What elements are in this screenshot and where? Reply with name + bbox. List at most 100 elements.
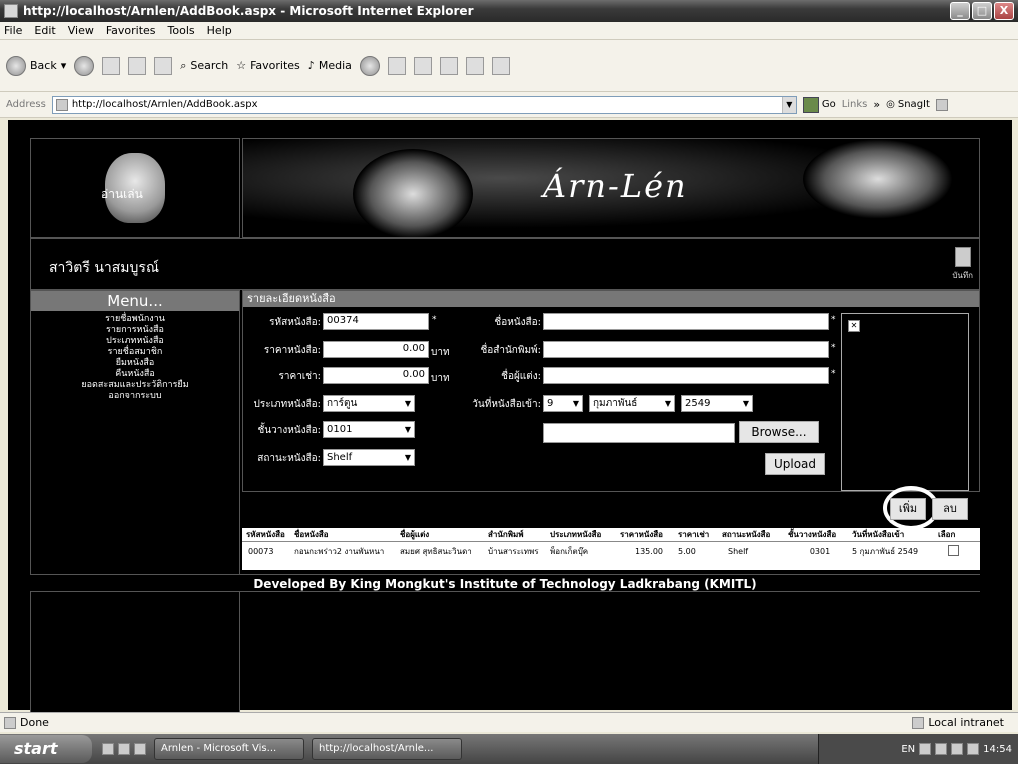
menu-favorites[interactable]: Favorites [106,24,156,37]
search-button[interactable]: ⌕ Search [180,59,228,73]
taskbar: start Arnlen - Microsoft Vis... http://l… [0,734,1018,764]
menu-edit[interactable]: Edit [34,24,55,37]
links-chevron-icon[interactable]: » [873,98,880,111]
menu-item-logout[interactable]: ออกจากระบบ [31,391,239,402]
banner-title: Árn-Lén [543,167,688,205]
status-select[interactable]: Shelf ▼ [323,449,415,466]
menu-item-employees[interactable]: รายชื่อพนักงาน [31,314,239,325]
publisher-label: ชื่อสำนักพิมพ์: [480,345,541,356]
snagit-button[interactable]: ◎ SnagIt [886,99,930,110]
menu-tools[interactable]: Tools [168,24,195,37]
address-label: Address [6,99,46,110]
upload-button[interactable]: Upload [765,453,825,475]
rent-input[interactable]: 0.00 [323,367,429,384]
menu-view[interactable]: View [68,24,94,37]
side-menu: Menu... รายชื่อพนักงาน รายการหนังสือ ประ… [30,290,240,720]
add-button[interactable]: เพิ่ม [890,498,926,520]
chevron-down-icon: ▼ [664,399,671,408]
page-icon [55,98,68,111]
menu-item-members[interactable]: รายชื่อสมาชิก [31,347,239,358]
author-input[interactable] [543,367,829,384]
col-header: ราคาหนังสือ [620,530,663,539]
edit-icon[interactable] [439,56,458,75]
address-bar: Address http://localhost/Arnlen/AddBook.… [0,92,1018,118]
forward-button[interactable] [74,55,95,76]
media-icon: ♪ [307,59,315,72]
menu-item-return[interactable]: คืนหนังสือ [31,369,239,380]
media-button[interactable]: ♪ Media [308,59,352,72]
window-title: http://localhost/Arnlen/AddBook.aspx - M… [23,4,474,18]
mail-icon[interactable] [387,56,406,75]
snagit-label: SnagIt [897,99,930,110]
publisher-input[interactable] [543,341,829,358]
day-value: 9 [547,398,554,409]
address-dropdown[interactable]: ▼ [781,96,796,113]
home-icon[interactable] [154,56,173,75]
browse-button[interactable]: Browse... [739,421,819,443]
tray-icon[interactable] [935,743,948,755]
book-id-input[interactable]: 00374 [323,313,429,330]
col-header: ราคาเช่า [678,530,710,539]
tray-icon[interactable] [919,743,932,755]
tray-icon[interactable] [967,743,980,755]
site-banner: Árn-Lén [242,138,980,238]
site-logo: อ่านเล่น [30,138,240,238]
address-input[interactable]: http://localhost/Arnlen/AddBook.aspx ▼ [51,95,797,114]
clock[interactable]: 14:54 [983,744,1012,755]
delete-button[interactable]: ลบ [932,498,968,520]
favorites-button[interactable]: ☆ Favorites [236,59,300,72]
menu-help[interactable]: Help [207,24,232,37]
menu-item-book-types[interactable]: ประเภทหนังสือ [31,336,239,347]
type-select[interactable]: การ์ตูน ▼ [323,395,415,412]
language-indicator[interactable]: EN [901,744,915,755]
tray-icon[interactable] [951,743,964,755]
snagit-icon: ◎ [886,99,895,110]
minimize-button[interactable]: _ [950,2,970,20]
status-text: Done [20,716,49,729]
zone-indicator: Local intranet [912,716,1004,729]
status-label: สถานะหนังสือ: [257,453,321,464]
day-select[interactable]: 9 ▼ [543,395,583,412]
menu-file[interactable]: File [4,24,22,37]
go-button[interactable]: Go [802,96,836,113]
task-visual-studio[interactable]: Arnlen - Microsoft Vis... [154,738,304,760]
print-icon[interactable] [413,56,432,75]
file-path-input[interactable] [543,423,735,443]
refresh-icon[interactable] [128,56,147,75]
shelf-select[interactable]: 0101 ▼ [323,421,415,438]
col-header: เลือก [938,530,956,539]
cell-rent: 5.00 [678,546,696,556]
quick-launch-icon[interactable] [118,743,130,755]
save-icon[interactable] [955,247,971,267]
page-footer: Developed By King Mongkut's Institute of… [30,574,980,592]
price-input[interactable]: 0.00 [323,341,429,358]
discuss-icon[interactable] [465,56,484,75]
links-label[interactable]: Links [842,99,868,110]
maximize-button[interactable]: □ [972,2,992,20]
snagit-window-icon[interactable] [935,98,948,111]
price-unit: บาท [431,347,450,358]
name-input[interactable] [543,313,829,330]
rent-unit: บาท [431,373,450,384]
col-header: รหัสหนังสือ [246,530,285,539]
stop-icon[interactable] [102,56,121,75]
row-checkbox[interactable] [947,544,959,556]
quick-launch-icon[interactable] [134,743,146,755]
chevron-down-icon: ▼ [404,399,411,408]
task-ie[interactable]: http://localhost/Arnle... [312,738,462,760]
month-select[interactable]: กุมภาพันธ์ ▼ [589,395,675,412]
history-icon[interactable] [359,55,380,76]
menu-item-borrow[interactable]: ยืมหนังสือ [31,358,239,369]
close-button[interactable]: X [994,2,1014,20]
start-button[interactable]: start [0,735,92,763]
quick-launch-icon[interactable] [102,743,114,755]
menu-item-history[interactable]: ยอดสะสมและประวัติการยืม [31,380,239,391]
col-header: สำนักพิมพ์ [488,530,524,539]
menu-item-books[interactable]: รายการหนังสือ [31,325,239,336]
back-button[interactable]: Back ▾ [6,55,66,76]
messenger-icon[interactable] [491,56,510,75]
year-select[interactable]: 2549 ▼ [681,395,753,412]
save-label[interactable]: บันทึก [952,269,973,282]
book-detail-form: รายละเอียดหนังสือ รหัสหนังสือ: 00374 * ร… [242,290,980,492]
books-table: รหัสหนังสือ ชื่อหนังสือ ชื่อผู้แต่ง สำนั… [242,528,980,570]
